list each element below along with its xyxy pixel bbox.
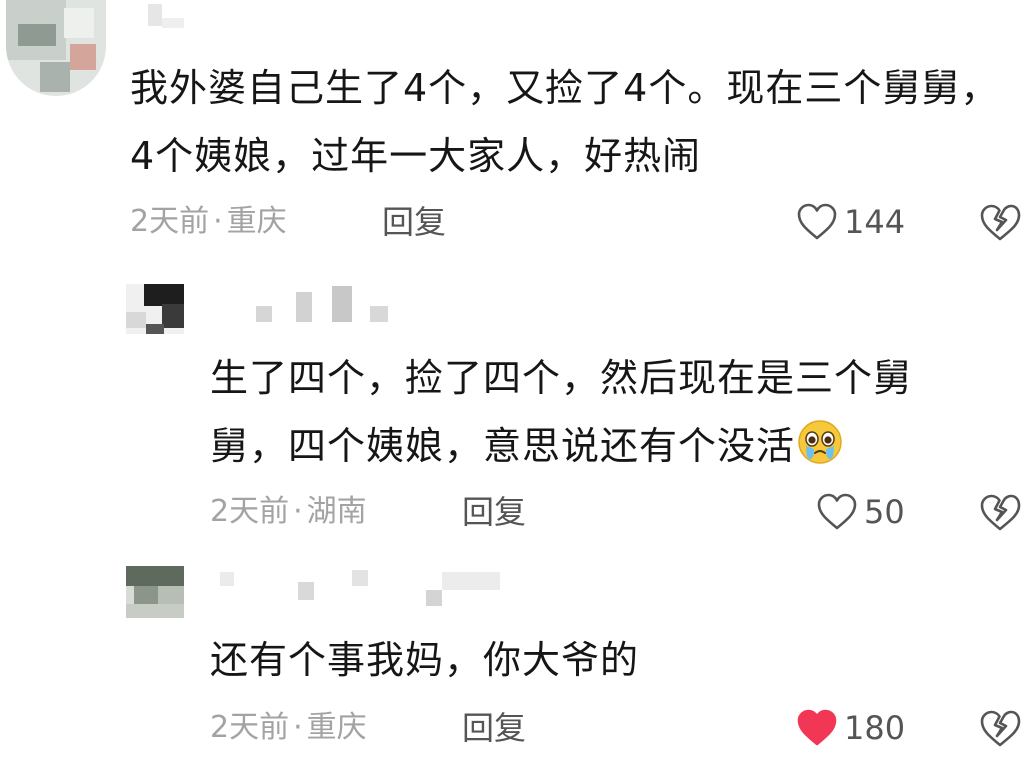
comment-meta: 2天前 · 重庆 (130, 202, 287, 242)
like-count: 180 (844, 709, 906, 747)
meta-separator: · (213, 204, 223, 239)
dislike-button[interactable] (978, 202, 1022, 244)
avatar[interactable] (126, 284, 184, 334)
reply-button[interactable]: 回复 (462, 492, 526, 532)
dislike-button[interactable] (978, 708, 1022, 750)
dislike-button[interactable] (978, 492, 1022, 534)
username[interactable] (256, 286, 392, 326)
comment-time: 2天前 (130, 204, 210, 239)
heart-outline-icon (797, 203, 837, 240)
comment-location: 重庆 (226, 204, 287, 239)
crying-face-emoji-icon (797, 418, 843, 464)
like-button[interactable]: 50 (816, 490, 905, 534)
comment-text: 我外婆自己生了4个，又捡了4个。现在三个舅舅，4个姨娘，过年一大家人，好热闹 (130, 66, 1000, 178)
comment-time: 2天前 (210, 710, 290, 745)
like-count: 144 (844, 203, 906, 241)
comment-text: 还有个事我妈，你大爷的 (210, 638, 640, 682)
avatar[interactable] (6, 0, 106, 96)
broken-heart-icon (980, 710, 1021, 747)
reply-button[interactable]: 回复 (382, 202, 446, 242)
username[interactable] (220, 564, 500, 608)
avatar[interactable] (126, 566, 184, 618)
comment-meta: 2天前 · 湖南 (210, 492, 367, 532)
meta-separator: · (293, 494, 303, 529)
comment-meta: 2天前 · 重庆 (210, 708, 367, 748)
like-count: 50 (864, 493, 905, 531)
comment-location: 重庆 (306, 710, 367, 745)
reply-item: 生了四个，捡了四个，然后现在是三个舅舅，四个姨娘，意思说还有个没活 2天前 · 湖南… (0, 280, 1024, 550)
comment-text: 生了四个，捡了四个，然后现在是三个舅舅，四个姨娘，意思说还有个没活 (210, 344, 980, 480)
heart-outline-icon (817, 493, 857, 530)
reply-item: 还有个事我妈，你大爷的 2天前 · 重庆 回复 180 (0, 560, 1024, 758)
reply-button[interactable]: 回复 (462, 708, 526, 748)
broken-heart-icon (980, 494, 1021, 531)
heart-filled-icon (797, 709, 837, 746)
username[interactable] (148, 4, 184, 32)
broken-heart-icon (980, 204, 1021, 241)
comment-time: 2天前 (210, 494, 290, 529)
comment-location: 湖南 (306, 494, 367, 529)
like-button[interactable]: 144 (796, 200, 905, 244)
meta-separator: · (293, 710, 303, 745)
like-button[interactable]: 180 (796, 706, 905, 750)
comment-item: 我外婆自己生了4个，又捡了4个。现在三个舅舅，4个姨娘，过年一大家人，好热闹 2… (0, 0, 1024, 260)
